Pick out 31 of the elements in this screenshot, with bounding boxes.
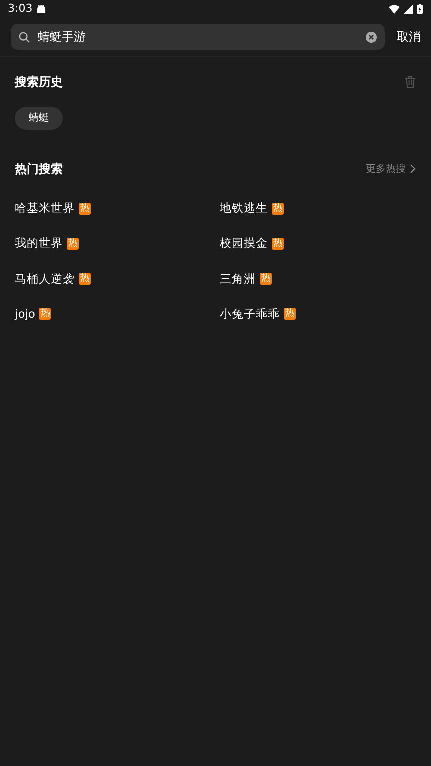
hot-badge: 热: [79, 273, 91, 286]
hot-search-item[interactable]: 校园摸金: [220, 235, 268, 252]
hot-badge: 热: [272, 238, 284, 250]
hot-search-item[interactable]: 小兔子乖乖: [220, 306, 280, 323]
hot-badge: 热: [272, 202, 284, 215]
hot-badge: 热: [67, 238, 79, 250]
more-link[interactable]: 更多热搜: [366, 162, 416, 176]
wifi-icon: [389, 4, 400, 14]
hot-search-item[interactable]: 地铁逃生: [220, 200, 268, 218]
hot-badge: 热: [260, 273, 272, 286]
section-title: 搜索历史: [15, 74, 63, 91]
signal-icon: [404, 4, 413, 14]
clear-icon[interactable]: [366, 32, 377, 42]
hot-search-item[interactable]: 哈基米世界: [15, 200, 75, 218]
hot-search-item[interactable]: 三角洲: [220, 270, 256, 288]
status-time: 3:03: [8, 0, 33, 17]
battery-icon: [417, 4, 423, 14]
android-icon: [36, 4, 46, 14]
history-chip[interactable]: 蜻蜓: [15, 107, 63, 130]
hot-badge: 热: [284, 308, 296, 320]
hot-search-item[interactable]: 我的世界: [15, 235, 63, 252]
hot-badge: 热: [39, 308, 52, 320]
cancel-button[interactable]: 取消: [385, 28, 421, 46]
section-title: 热门搜索: [15, 161, 63, 178]
search-field[interactable]: 蜻蜓手游: [11, 24, 385, 50]
hot-badge: 热: [79, 202, 91, 215]
chevron-icon: [410, 164, 416, 174]
hot-search-item[interactable]: jojo: [15, 306, 36, 323]
search-icon: [19, 32, 30, 42]
search-input[interactable]: 蜻蜓手游: [38, 28, 358, 46]
hot-search-item[interactable]: 马桶人逆袭: [15, 270, 75, 288]
